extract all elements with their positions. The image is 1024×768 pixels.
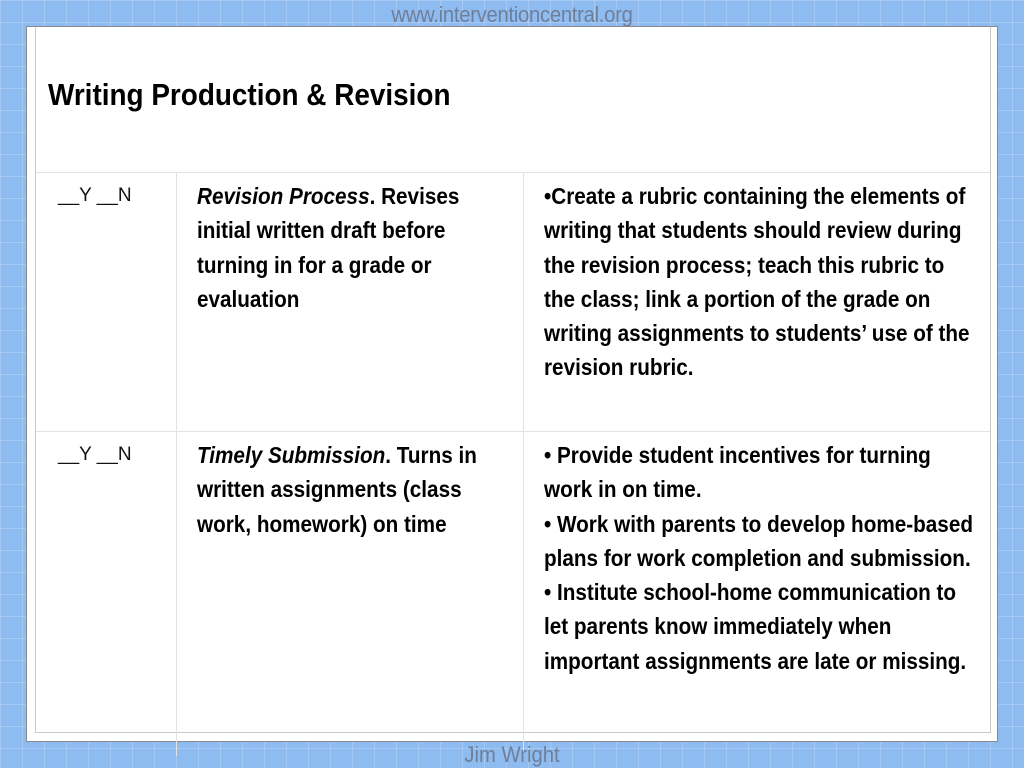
slide-title: Writing Production & Revision <box>48 77 451 112</box>
strategy-item: • Institute school-home communication to… <box>543 579 966 674</box>
table-row: __Y __N Revision Process. Revises initia… <box>36 172 990 432</box>
author-footer: Jim Wright <box>464 742 560 767</box>
strategy-item: • Provide student incentives for turning… <box>543 442 931 503</box>
yes-no-checkbox: __Y __N <box>36 172 177 432</box>
site-url: www.interventioncentral.org <box>391 2 633 27</box>
skill-description: Revision Process. Revises initial writte… <box>176 172 524 432</box>
strategy-item: • Work with parents to develop home-base… <box>543 510 973 571</box>
strategy-list: •Create a rubric containing the elements… <box>523 172 990 432</box>
skill-description: Timely Submission. Turns in written assi… <box>176 431 524 756</box>
strategy-item: •Create a rubric containing the elements… <box>543 183 970 381</box>
slide: Writing Production & Revision __Y __N Re… <box>26 26 998 756</box>
intervention-table: __Y __N Revision Process. Revises initia… <box>36 172 990 756</box>
skill-name: Revision Process <box>196 183 370 209</box>
strategy-list: • Provide student incentives for turning… <box>523 431 990 756</box>
slide-content: Writing Production & Revision __Y __N Re… <box>35 27 991 756</box>
table-row: __Y __N Timely Submission. Turns in writ… <box>36 431 990 756</box>
skill-name: Timely Submission <box>196 442 385 468</box>
yes-no-checkbox: __Y __N <box>36 431 177 756</box>
